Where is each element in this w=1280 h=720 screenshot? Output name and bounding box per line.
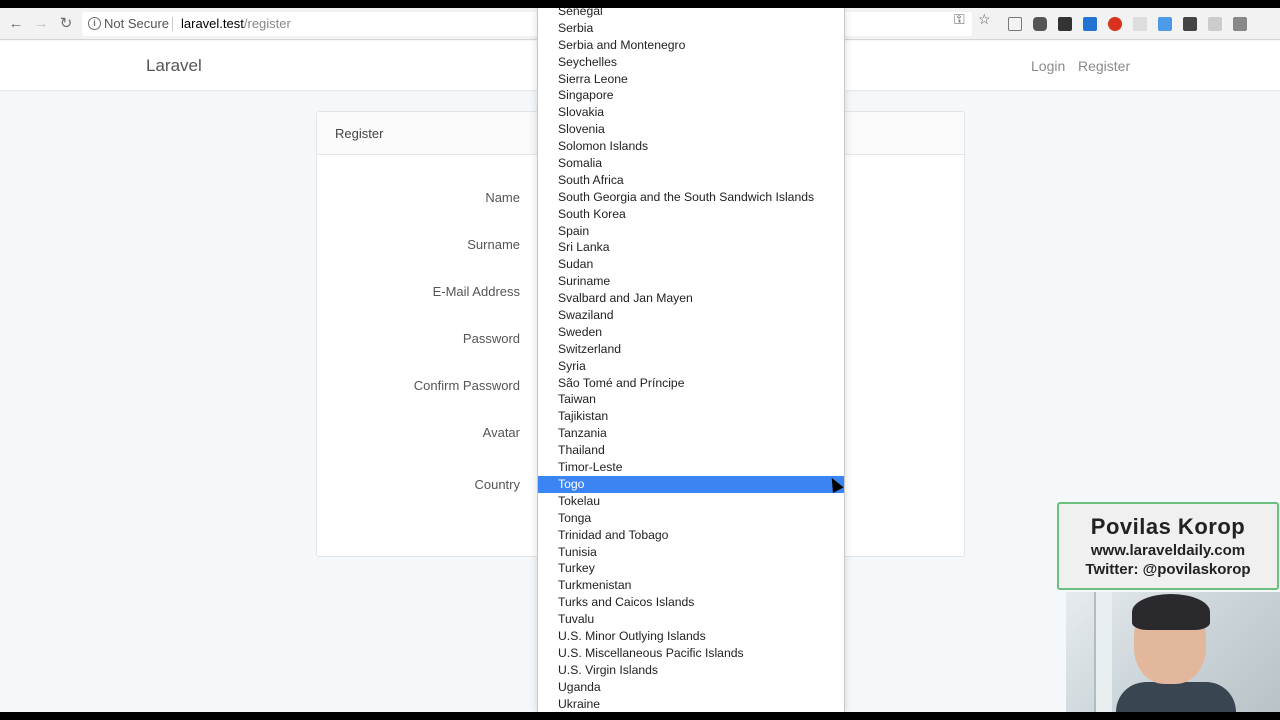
country-options: Senegal Serbia Serbia and Montenegro Seyche… bbox=[538, 8, 844, 712]
security-label: Not Secure bbox=[104, 16, 170, 31]
country-option[interactable]: Turkmenistan bbox=[538, 577, 844, 594]
trello-icon[interactable] bbox=[1083, 17, 1097, 31]
country-option[interactable]: Uganda bbox=[538, 679, 844, 696]
country-option[interactable]: Tuvalu bbox=[538, 611, 844, 628]
country-option[interactable]: Slovenia bbox=[538, 121, 844, 138]
country-option[interactable]: Thailand bbox=[538, 442, 844, 459]
country-option[interactable]: U.S. Minor Outlying Islands bbox=[538, 628, 844, 645]
country-option[interactable]: Taiwan bbox=[538, 391, 844, 408]
presenter-name: Povilas Korop bbox=[1090, 514, 1246, 539]
country-option[interactable]: Singapore bbox=[538, 87, 844, 104]
url-host: laravel.test bbox=[181, 16, 244, 31]
country-option[interactable]: Sierra Leone bbox=[538, 71, 844, 88]
forward-icon[interactable]: → bbox=[31, 14, 51, 34]
adblock-icon[interactable] bbox=[1108, 17, 1122, 31]
surname-label: Surname bbox=[467, 237, 520, 252]
extension-icon[interactable] bbox=[1208, 17, 1222, 31]
presenter-twitter: Twitter: @povilaskorop bbox=[1085, 561, 1251, 578]
country-label: Country bbox=[474, 477, 520, 492]
cast-icon[interactable] bbox=[1008, 17, 1022, 31]
confirm-password-label: Confirm Password bbox=[413, 378, 520, 393]
country-option[interactable]: Tanzania bbox=[538, 425, 844, 442]
country-option[interactable]: Seychelles bbox=[538, 54, 844, 71]
country-option[interactable]: Tonga bbox=[538, 510, 844, 527]
card-title: Register bbox=[335, 126, 384, 141]
password-label: Password bbox=[462, 331, 520, 346]
presenter-website: www.laraveldaily.com bbox=[1090, 542, 1246, 559]
country-option[interactable]: Senegal bbox=[538, 8, 844, 20]
webcam-window bbox=[1094, 592, 1112, 712]
country-option[interactable]: Suriname bbox=[538, 273, 844, 290]
country-option[interactable]: Svalbard and Jan Mayen bbox=[538, 290, 844, 307]
country-option[interactable]: Solomon Islands bbox=[538, 138, 844, 155]
country-option[interactable]: Togo bbox=[538, 475, 844, 493]
country-option[interactable]: Tajikistan bbox=[538, 408, 844, 425]
info-icon[interactable]: i bbox=[88, 17, 101, 30]
country-option[interactable]: South Georgia and the South Sandwich Isl… bbox=[538, 189, 844, 206]
register-link[interactable]: Register bbox=[1078, 58, 1130, 74]
extension-icon[interactable] bbox=[1233, 17, 1247, 31]
country-option[interactable]: Sri Lanka bbox=[538, 239, 844, 256]
buffer-icon[interactable] bbox=[1058, 17, 1072, 31]
country-option[interactable]: Somalia bbox=[538, 155, 844, 172]
country-option[interactable]: Turkey bbox=[538, 560, 844, 577]
webcam-video bbox=[1066, 592, 1280, 712]
country-option[interactable]: Spain bbox=[538, 223, 844, 240]
country-option[interactable]: Slovakia bbox=[538, 104, 844, 121]
country-option[interactable]: Ukraine bbox=[538, 696, 844, 712]
country-option[interactable]: South Africa bbox=[538, 172, 844, 189]
country-option[interactable]: South Korea bbox=[538, 206, 844, 223]
name-label: Name bbox=[485, 190, 520, 205]
email-label: E-Mail Address bbox=[432, 284, 520, 299]
viewport: ← → ↻ i Not Secure laravel.test/register… bbox=[0, 8, 1280, 712]
country-option[interactable]: Trinidad and Tobago bbox=[538, 527, 844, 544]
webcam-hair bbox=[1132, 594, 1210, 630]
country-option[interactable]: Swaziland bbox=[538, 307, 844, 324]
avatar-label: Avatar bbox=[482, 425, 520, 440]
country-dropdown-list[interactable]: Senegal Serbia Serbia and Montenegro Seyche… bbox=[537, 8, 845, 712]
pocket-icon[interactable] bbox=[1033, 17, 1047, 31]
country-option[interactable]: São Tomé and Príncipe bbox=[538, 375, 844, 392]
country-option[interactable]: U.S. Miscellaneous Pacific Islands bbox=[538, 645, 844, 662]
country-option[interactable]: Syria bbox=[538, 358, 844, 375]
country-option[interactable]: Tokelau bbox=[538, 493, 844, 510]
country-option[interactable]: Sudan bbox=[538, 256, 844, 273]
scissors-icon[interactable] bbox=[1133, 17, 1147, 31]
login-link[interactable]: Login bbox=[1031, 58, 1065, 74]
back-icon[interactable]: ← bbox=[6, 14, 26, 34]
country-option[interactable]: Turks and Caicos Islands bbox=[538, 594, 844, 611]
country-option[interactable]: Timor-Leste bbox=[538, 459, 844, 476]
webcam-body bbox=[1116, 682, 1236, 712]
address-separator bbox=[172, 17, 173, 31]
country-option[interactable]: Switzerland bbox=[538, 341, 844, 358]
url-path: /register bbox=[243, 16, 291, 31]
reload-icon[interactable]: ↻ bbox=[56, 14, 76, 34]
url-text: laravel.test/register bbox=[181, 12, 291, 36]
star-icon[interactable]: ☆ bbox=[978, 11, 991, 28]
presenter-overlay: Povilas Korop www.laraveldaily.com Twitt… bbox=[1057, 502, 1279, 590]
feedly-icon[interactable] bbox=[1158, 17, 1172, 31]
more-icon[interactable] bbox=[1183, 17, 1197, 31]
country-option[interactable]: Tunisia bbox=[538, 544, 844, 561]
country-option[interactable]: U.S. Virgin Islands bbox=[538, 662, 844, 679]
country-option[interactable]: Sweden bbox=[538, 324, 844, 341]
brand-link[interactable]: Laravel bbox=[146, 56, 202, 76]
country-option[interactable]: Serbia and Montenegro bbox=[538, 37, 844, 54]
country-option[interactable]: Serbia bbox=[538, 20, 844, 37]
key-icon[interactable]: ⚿ bbox=[954, 11, 965, 28]
